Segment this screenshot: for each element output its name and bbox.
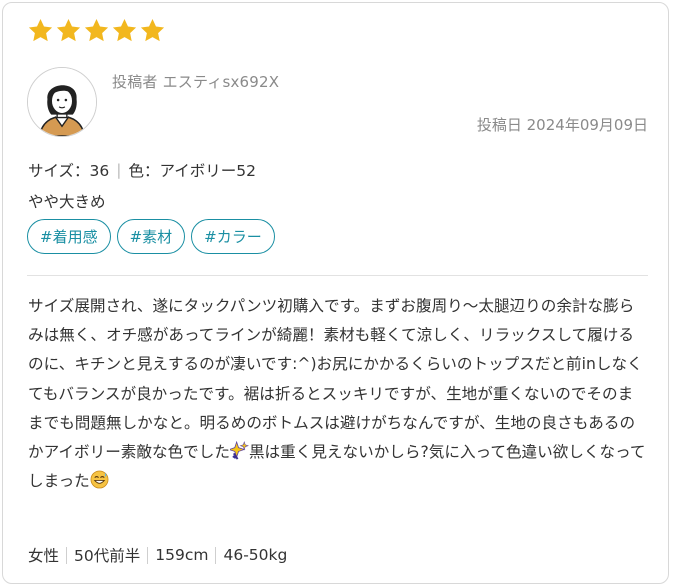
sweat-smile-icon xyxy=(90,470,109,489)
reviewer-profile: 女性 50代前半 159cm 46-50kg xyxy=(28,544,287,566)
review-text-part1: サイズ展開され、遂にタックパンツ初購入です。まずお腹周り〜太腿辺りの余計な膨らみ… xyxy=(28,297,643,462)
tag-material[interactable]: #素材 xyxy=(116,219,186,254)
avatar xyxy=(27,67,97,137)
age-label: 50代前半 xyxy=(74,547,141,565)
size-label: サイズ：36 xyxy=(28,162,110,180)
star-rating xyxy=(27,17,166,44)
star-icon xyxy=(112,19,137,42)
star-icon xyxy=(28,19,53,42)
fit-label: やや大きめ xyxy=(28,193,106,211)
star-icon xyxy=(140,19,165,42)
star-icon xyxy=(84,19,109,42)
poster-name: 投稿者 エスティsx692X xyxy=(112,73,280,91)
profile-separator xyxy=(147,546,149,564)
color-label: 色：アイボリー52 xyxy=(128,162,256,180)
meta-separator: | xyxy=(116,161,122,179)
profile-separator xyxy=(66,546,68,564)
posted-date: 投稿日 2024年09月09日 xyxy=(476,116,648,134)
tag-fit[interactable]: #着用感 xyxy=(27,219,111,254)
tag-color[interactable]: #カラー xyxy=(191,219,275,254)
profile-separator xyxy=(215,546,217,564)
gender-label: 女性 xyxy=(28,547,60,565)
purchase-meta: サイズ：36 | 色：アイボリー52 xyxy=(28,159,256,181)
review-text: サイズ展開され、遂にタックパンツ初購入です。まずお腹周り〜太腿辺りの余計な膨らみ… xyxy=(28,292,646,496)
star-icon xyxy=(56,19,81,42)
tag-list: #着用感 #素材 #カラー xyxy=(27,219,275,254)
user-avatar-icon xyxy=(28,68,96,136)
sparkles-icon xyxy=(229,441,249,460)
review-card: 投稿者 エスティsx692X 投稿日 2024年09月09日 サイズ：36 | … xyxy=(2,2,669,584)
divider xyxy=(27,275,648,276)
weight-label: 46-50kg xyxy=(223,546,288,564)
height-label: 159cm xyxy=(155,546,209,564)
